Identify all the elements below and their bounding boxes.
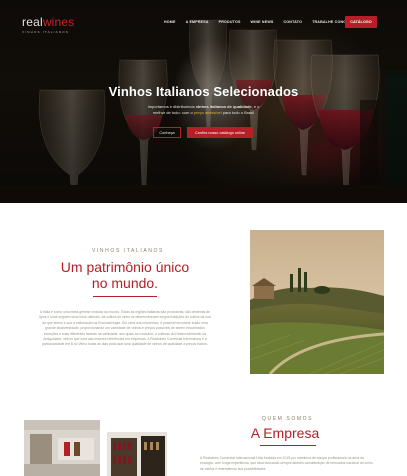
company-paragraph: A Realwines Comercial Internacional Ltda… <box>200 456 374 471</box>
brand-name: realwines <box>22 15 75 29</box>
company-kicker: QUEM SOMOS <box>262 416 314 422</box>
vineyard-photo <box>250 230 384 374</box>
brand-logo[interactable]: realwines VINHOS ITALIANOS <box>22 15 75 34</box>
online-catalog-button[interactable]: Confira nosso catálogo online <box>187 127 253 138</box>
hero-section: realwines VINHOS ITALIANOS HOME A EMPRES… <box>0 0 407 203</box>
brand-tagline: VINHOS ITALIANOS <box>22 30 69 34</box>
wines-paragraph: A Itália é como uma meta-gênese vinícola… <box>39 310 211 347</box>
company-title: A Empresa <box>250 425 320 441</box>
store-photo-2 <box>107 432 167 476</box>
hero-title: Vinhos Italianos Selecionados <box>108 84 299 99</box>
wines-divider <box>93 296 157 297</box>
nav-home[interactable]: HOME <box>164 20 176 24</box>
catalog-button[interactable]: CATÁLOGO <box>345 16 377 28</box>
nav-wine-news[interactable]: WINE NEWS <box>251 20 274 24</box>
nav-contato[interactable]: CONTATO <box>284 20 303 24</box>
wines-kicker: VINHOS ITALIANOS <box>92 248 164 254</box>
nav-produtos[interactable]: PRODUTOS <box>219 20 241 24</box>
hero-subtitle: Importamos e distribuímos vinhos italian… <box>147 104 260 115</box>
wines-title: Um patrimônio único no mundo. <box>60 259 190 291</box>
company-divider <box>260 445 316 446</box>
store-photo-1 <box>24 420 100 476</box>
main-nav: HOME A EMPRESA PRODUTOS WINE NEWS CONTAT… <box>164 20 365 24</box>
nav-empresa[interactable]: A EMPRESA <box>186 20 209 24</box>
conheca-button[interactable]: Conheça <box>153 127 181 138</box>
